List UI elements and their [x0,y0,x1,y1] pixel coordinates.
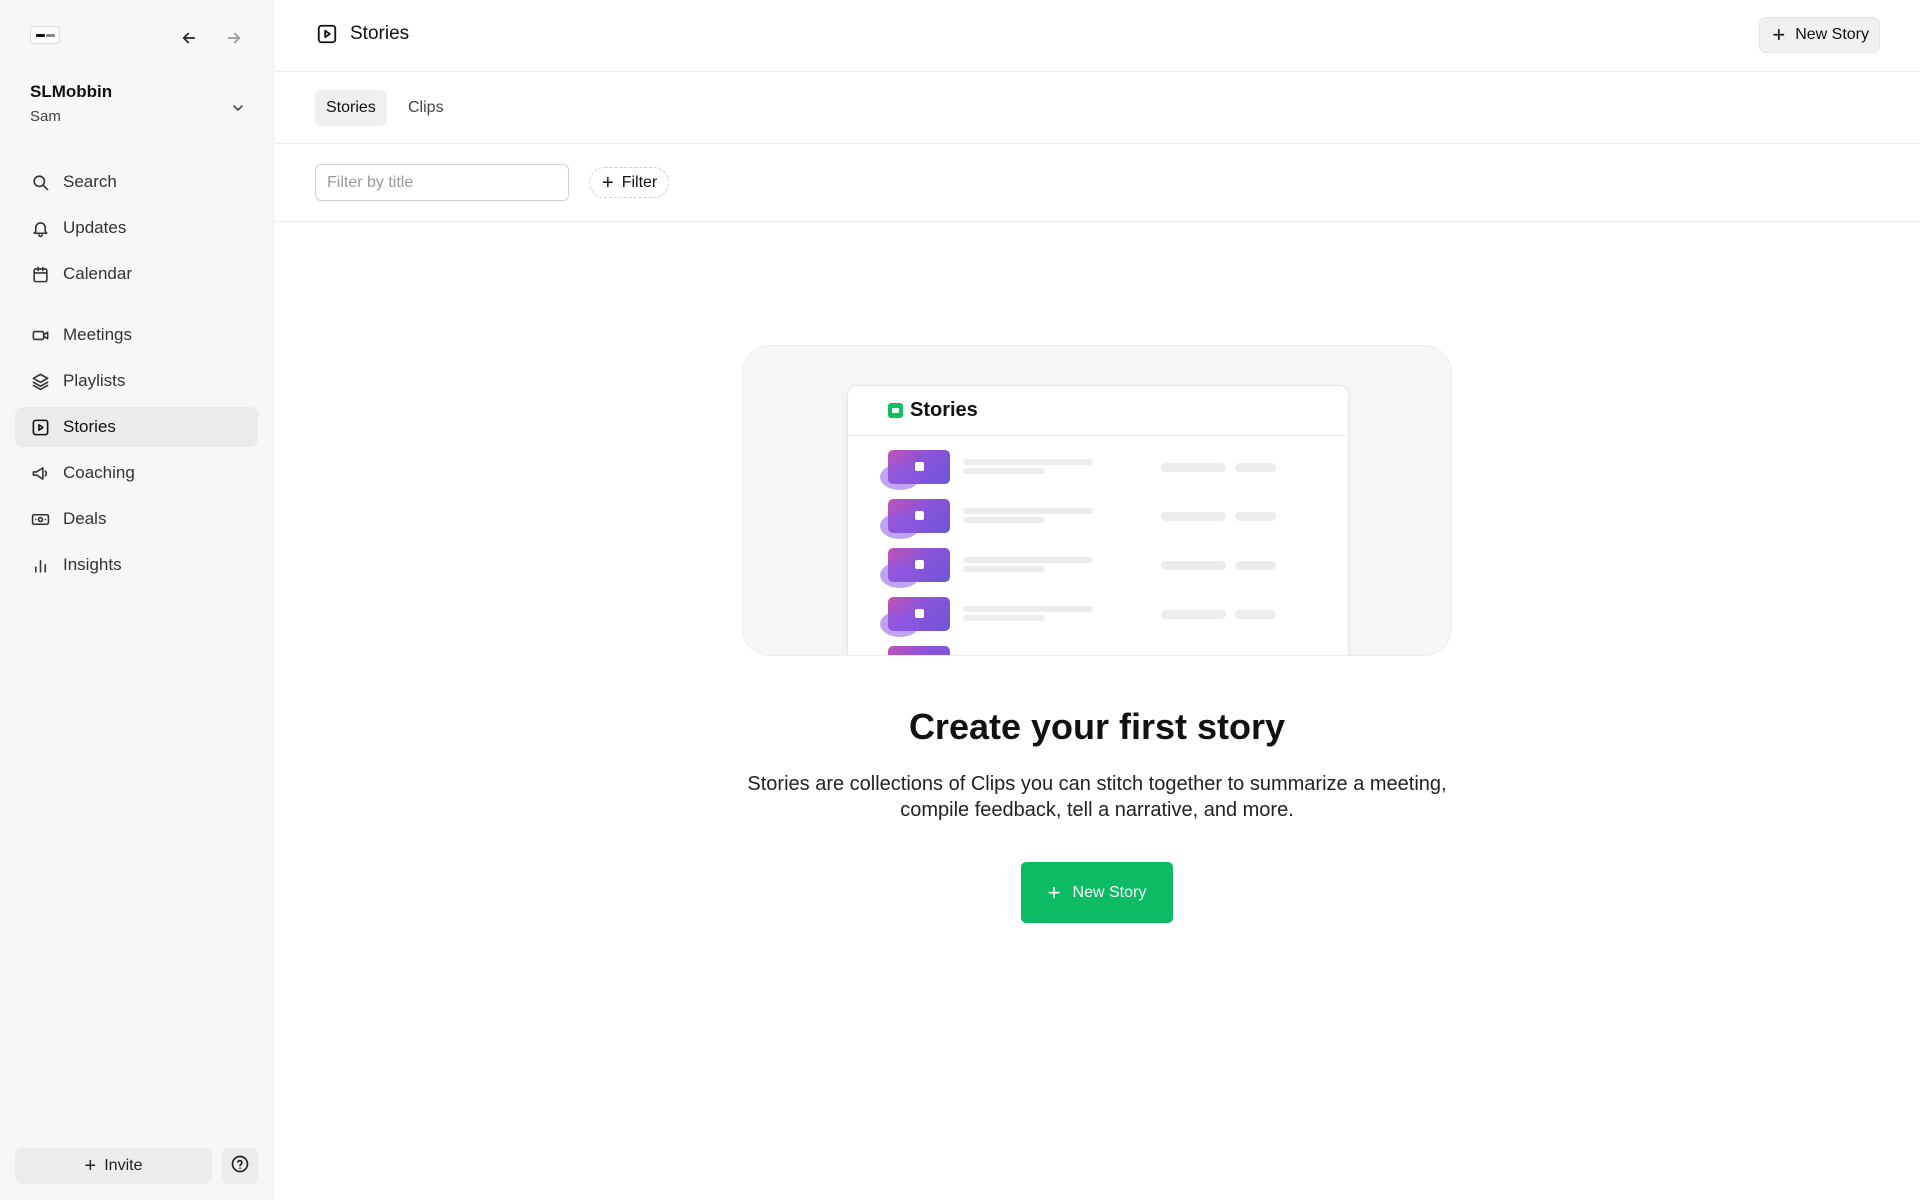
empty-state-illustration: Stories [742,345,1452,656]
sidebar-item-insights[interactable]: Insights [15,545,258,585]
thumbnail-placeholder [888,646,950,655]
placeholder-pill [1161,610,1226,619]
stories-badge-icon [888,403,903,418]
sidebar-item-label: Coaching [63,463,135,482]
workspace-switcher[interactable]: SLMobbin Sam [30,82,250,132]
app-logo[interactable] [30,26,60,44]
thumbnail-placeholder [880,548,950,588]
search-icon [30,172,50,192]
new-story-button-header[interactable]: + New Story [1759,17,1880,53]
sidebar-item-playlists[interactable]: Playlists [15,361,258,401]
page-title: Stories [315,22,409,46]
play-square-icon [30,417,50,437]
filter-bar: + Filter [275,144,1920,222]
filter-button[interactable]: + Filter [589,167,670,198]
placeholder-line [963,557,1093,563]
page-header: Stories + New Story [275,0,1920,72]
thumbnail-placeholder [880,597,950,637]
placeholder-pill [1235,610,1276,619]
sidebar-item-label: Updates [63,218,127,237]
placeholder-line [963,508,1093,514]
illustration-row [880,450,1318,490]
chevron-down-icon [226,96,250,120]
bell-icon [30,218,50,238]
plus-icon: + [602,171,614,194]
money-icon [30,509,50,529]
new-story-button[interactable]: + New Story [1021,862,1173,923]
plus-icon: + [84,1155,97,1177]
layers-icon [30,371,50,391]
page-title-text: Stories [350,23,410,44]
thumbnail-placeholder [880,450,950,490]
sidebar-nav-main: Meetings Playlists Stories Coaching Deal… [15,315,258,591]
sidebar-item-label: Search [63,172,117,191]
bar-chart-icon [30,555,50,575]
filter-label: Filter [621,173,658,191]
sidebar-item-label: Insights [63,555,122,574]
placeholder-pill [1161,561,1226,570]
placeholder-line [963,615,1045,621]
illustration-card: Stories [847,385,1349,655]
help-button[interactable] [222,1148,258,1184]
workspace-name: SLMobbin [30,82,113,101]
user-name: Sam [30,108,61,125]
sidebar-item-stories[interactable]: Stories [15,407,258,447]
plus-icon: + [1047,879,1061,905]
sidebar-item-label: Calendar [63,264,132,283]
forward-arrow-icon[interactable] [220,24,248,52]
invite-button[interactable]: + Invite [15,1148,212,1184]
calendar-icon [30,264,50,284]
sidebar-item-deals[interactable]: Deals [15,499,258,539]
placeholder-line [963,459,1093,465]
new-story-label: New Story [1795,26,1869,43]
sidebar-item-updates[interactable]: Updates [15,208,258,248]
sidebar-item-calendar[interactable]: Calendar [15,254,258,294]
sidebar-item-label: Playlists [63,371,126,390]
play-square-icon [315,22,339,46]
back-arrow-icon[interactable] [175,24,203,52]
illustration-row [880,597,1318,637]
sidebar-item-coaching[interactable]: Coaching [15,453,258,493]
illustration-header: Stories [848,386,1348,436]
tab-stories[interactable]: Stories [315,90,387,126]
help-icon [230,1154,250,1179]
megaphone-icon [30,463,50,483]
new-story-button-label: New Story [1072,883,1147,901]
video-icon [30,325,50,345]
placeholder-line [963,566,1045,572]
placeholder-pill [1161,463,1226,472]
tab-clips[interactable]: Clips [397,90,455,126]
sidebar-item-search[interactable]: Search [15,162,258,202]
empty-state-title: Create your first story [908,706,1286,747]
thumbnail-placeholder [880,499,950,539]
placeholder-pill [1235,512,1276,521]
invite-label: Invite [104,1157,143,1174]
sidebar-item-label: Meetings [63,325,132,344]
placeholder-pill [1161,512,1226,521]
filter-by-title-input[interactable] [315,164,569,201]
sidebar-nav-top: Search Updates Calendar [15,162,258,300]
plus-icon: + [1772,22,1786,47]
illustration-row [888,646,1318,655]
empty-state-description: Stories are collections of Clips you can… [747,773,1447,821]
illustration-row [880,548,1318,588]
sidebar-item-label: Stories [63,417,116,436]
illustration-title: Stories [910,399,978,421]
placeholder-line [963,606,1093,612]
placeholder-line [963,517,1045,523]
placeholder-pill [1235,561,1276,570]
sidebar: SLMobbin Sam Search Updates Calendar Mee… [0,0,274,1200]
sidebar-item-meetings[interactable]: Meetings [15,315,258,355]
tabs-bar: Stories Clips [275,72,1920,144]
illustration-row [880,499,1318,539]
placeholder-pill [1235,463,1276,472]
sidebar-item-label: Deals [63,509,107,528]
placeholder-line [963,468,1045,474]
